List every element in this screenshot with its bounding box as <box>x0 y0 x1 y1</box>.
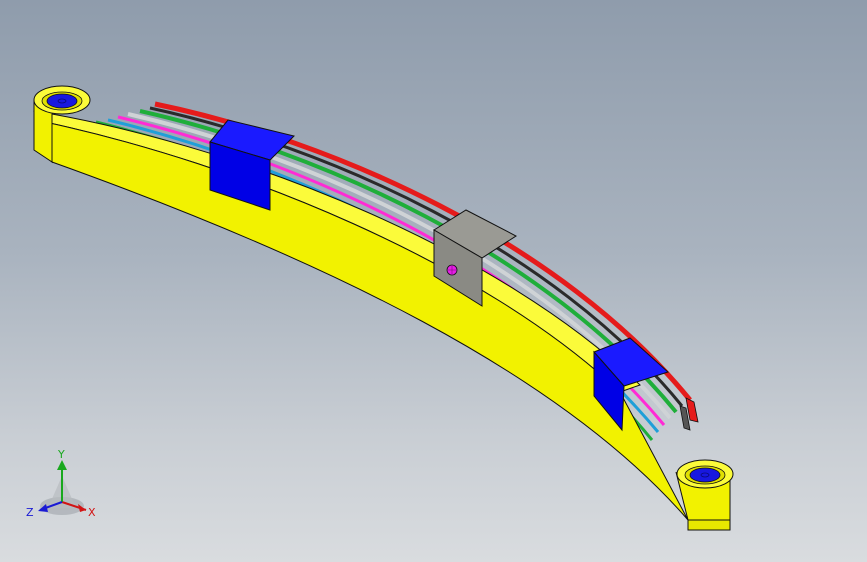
main-leaf-side[interactable] <box>44 121 689 521</box>
triad-z-label: Z <box>26 506 34 519</box>
triad-x-label: X <box>88 506 96 519</box>
leaf-spring-model[interactable] <box>0 0 867 562</box>
graphics-viewport[interactable]: X Y Z <box>0 0 867 562</box>
right-eye-bushing[interactable] <box>689 467 721 483</box>
triad-y-label: Y <box>57 448 65 461</box>
view-triad[interactable]: X Y Z <box>22 446 108 526</box>
left-eye-bushing[interactable] <box>46 93 78 109</box>
right-eye[interactable] <box>675 459 734 531</box>
